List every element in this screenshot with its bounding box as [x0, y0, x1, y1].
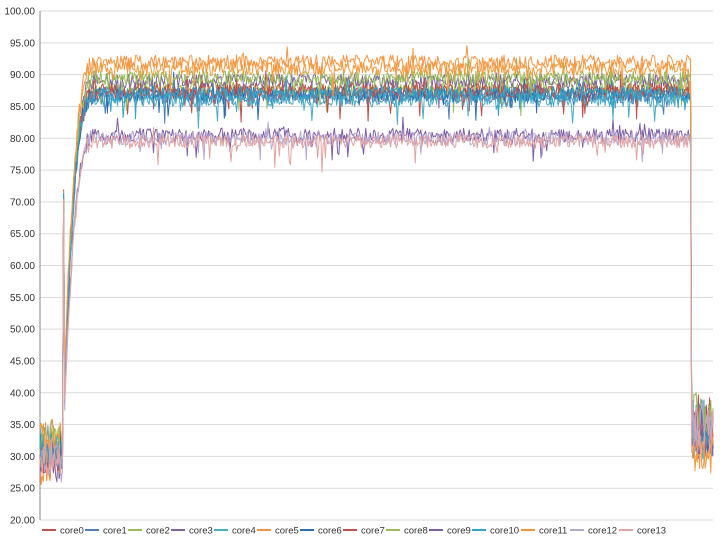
series-line-core12 — [39, 121, 714, 483]
chart: 20.00 25.00 30.00 35.00 40.00 45.00 50.00 55.00… — [0, 0, 720, 541]
legend-label-core0: core0 — [60, 526, 84, 537]
y-tick-label: 35.00 — [10, 420, 35, 431]
legend-label-core3: core3 — [189, 526, 213, 537]
y-tick-label: 60.00 — [10, 261, 35, 272]
legend: core0 core1 core2 core3 core4 core5 core6 core7… — [42, 526, 666, 537]
legend-label-core5: core5 — [275, 526, 299, 537]
legend-label-core10: core10 — [490, 526, 519, 537]
legend-label-core2: core2 — [146, 526, 170, 537]
y-tick-label: 30.00 — [10, 452, 35, 463]
series-line-core11 — [39, 47, 714, 474]
y-tick-label: 80.00 — [10, 134, 35, 145]
legend-label-core1: core1 — [103, 526, 127, 537]
legend-label-core4: core4 — [232, 526, 256, 537]
legend-label-core8: core8 — [404, 526, 428, 537]
y-tick-label: 20.00 — [10, 516, 35, 527]
y-tick-label: 75.00 — [10, 166, 35, 177]
legend-label-core9: core9 — [447, 526, 471, 537]
y-axis-ticks: 20.00 25.00 30.00 35.00 40.00 45.00 50.00 55.00… — [4, 7, 35, 527]
y-tick-label: 50.00 — [10, 325, 35, 336]
legend-label-core7: core7 — [361, 526, 385, 537]
y-tick-label: 95.00 — [10, 38, 35, 49]
y-tick-label: 90.00 — [10, 70, 35, 81]
legend-label-core6: core6 — [318, 526, 342, 537]
y-tick-label: 55.00 — [10, 293, 35, 304]
series-line-core13 — [39, 127, 714, 475]
y-tick-label: 85.00 — [10, 102, 35, 113]
y-tick-label: 45.00 — [10, 356, 35, 367]
y-tick-label: 65.00 — [10, 229, 35, 240]
y-tick-label: 25.00 — [10, 484, 35, 495]
y-tick-label: 70.00 — [10, 197, 35, 208]
y-tick-label: 40.00 — [10, 388, 35, 399]
legend-label-core12: core12 — [588, 526, 617, 537]
legend-label-core13: core13 — [637, 526, 666, 537]
series-line-core8 — [39, 57, 714, 463]
legend-label-core11: core11 — [539, 526, 567, 537]
line-chart: 20.00 25.00 30.00 35.00 40.00 45.00 50.00 55.00… — [4, 7, 714, 537]
y-tick-label: 100.00 — [4, 7, 35, 18]
